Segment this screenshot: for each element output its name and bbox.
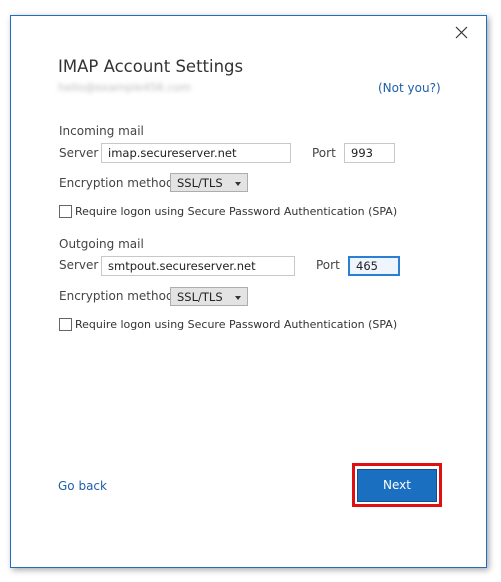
incoming-encryption-value: SSL/TLS (177, 176, 223, 190)
outgoing-mail-heading: Outgoing mail (59, 237, 144, 251)
incoming-spa-checkbox[interactable] (59, 205, 72, 218)
chevron-down-icon (235, 182, 241, 186)
outgoing-spa-checkbox[interactable] (59, 318, 72, 331)
outgoing-server-input[interactable]: smtpout.secureserver.net (101, 256, 295, 276)
go-back-link[interactable]: Go back (58, 479, 107, 493)
incoming-spa-label[interactable]: Require logon using Secure Password Auth… (75, 205, 397, 218)
dialog-title: IMAP Account Settings (58, 57, 244, 76)
incoming-server-label: Server (59, 146, 99, 160)
outgoing-encryption-select[interactable]: SSL/TLS (170, 287, 248, 306)
account-email: hello@example456.com (58, 81, 191, 94)
close-icon[interactable] (455, 24, 468, 39)
outgoing-port-label: Port (316, 258, 340, 272)
not-you-link[interactable]: (Not you?) (378, 81, 441, 95)
chevron-down-icon (235, 296, 241, 300)
incoming-server-input[interactable]: imap.secureserver.net (101, 143, 291, 163)
outgoing-encryption-value: SSL/TLS (177, 290, 223, 304)
incoming-port-label: Port (312, 146, 336, 160)
incoming-mail-heading: Incoming mail (59, 124, 144, 138)
outgoing-spa-label[interactable]: Require logon using Secure Password Auth… (75, 318, 397, 331)
outgoing-port-input[interactable]: 465 (348, 256, 400, 276)
incoming-encryption-label: Encryption method (59, 176, 174, 190)
incoming-port-input[interactable]: 993 (344, 143, 395, 163)
outgoing-server-label: Server (59, 258, 99, 272)
outgoing-encryption-label: Encryption method (59, 289, 174, 303)
incoming-encryption-select[interactable]: SSL/TLS (170, 173, 248, 192)
next-button[interactable]: Next (357, 469, 437, 502)
